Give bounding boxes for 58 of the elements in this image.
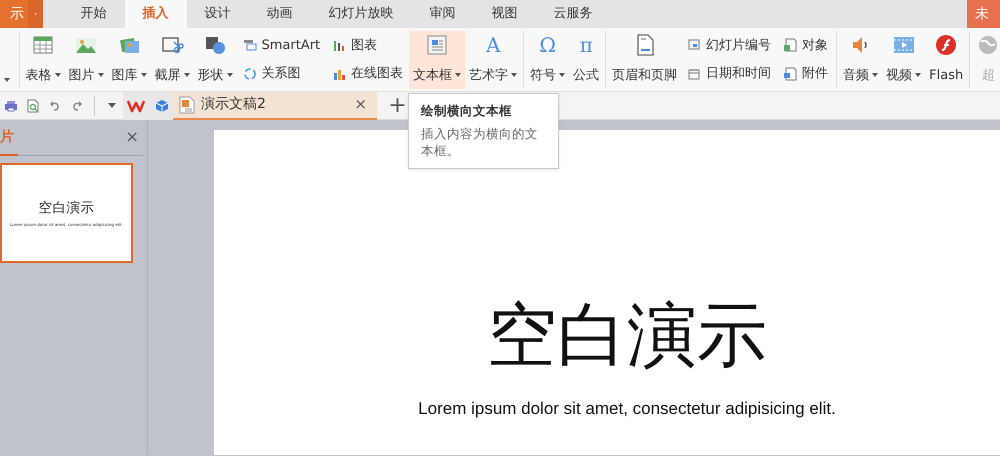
ribbon-button[interactable]: 幻灯片编号	[684, 34, 774, 56]
menu-tab[interactable]: 云服务	[536, 0, 610, 28]
menu-tab[interactable]: 视图	[474, 0, 536, 28]
ribbon-button[interactable]: 音频	[839, 31, 882, 89]
ribbon-button[interactable]: SmartArt	[240, 34, 324, 56]
ribbon-button[interactable]: 日期和时间	[684, 63, 774, 84]
ribbon-button[interactable]: 图表	[329, 34, 406, 56]
menu-tab[interactable]: 动画	[248, 0, 310, 28]
menu-tab[interactable]: 审阅	[412, 0, 474, 28]
tab-title: 演示文稿2	[201, 95, 267, 114]
cycle-icon	[242, 66, 256, 81]
menu-tab[interactable]: 幻灯片放映	[310, 0, 412, 28]
flash-icon	[934, 33, 958, 57]
ribbon-button[interactable]: Flash	[925, 31, 968, 89]
logo-icon	[127, 98, 147, 112]
thumbnail-title: 空白演示	[38, 198, 94, 218]
ribbon-button[interactable]: 页眉和页脚	[608, 31, 682, 89]
ribbon-button[interactable]: 图库	[108, 31, 150, 89]
ribbon-button[interactable]: 截屏	[150, 31, 194, 89]
ribbon-button[interactable]: π 公式	[569, 31, 604, 89]
slide-number-icon	[687, 38, 702, 52]
calendar-icon	[687, 66, 702, 81]
cube-icon	[155, 98, 169, 112]
ribbon-button[interactable]: 附件	[780, 63, 832, 84]
symbol-icon: Ω	[539, 33, 556, 57]
dropdown-button[interactable]	[28, 0, 43, 28]
caret-icon	[108, 103, 116, 108]
tooltip-text: 插入内容为横向的文本框。	[421, 126, 539, 160]
symbol-icon: A	[486, 33, 500, 57]
ribbon-button[interactable]: 形状	[194, 31, 236, 89]
presentation-file-icon	[179, 96, 195, 114]
ribbon-button[interactable]: 图片	[64, 31, 108, 89]
slide-subtitle: Lorem ipsum dolor sit amet, consectetur adipisicing elit.	[418, 398, 836, 420]
ribbon-button[interactable]: 文本框	[409, 31, 466, 89]
ribbon-button[interactable]: A 艺术字	[465, 31, 522, 89]
ribbon-button[interactable]: 关系图	[240, 63, 324, 84]
tooltip-title: 绘制横向文本框	[421, 102, 513, 120]
ribbon-button[interactable]: 在线图表	[329, 63, 406, 84]
print-icon	[4, 98, 18, 112]
bar-chart-icon	[332, 38, 346, 52]
document-tab[interactable]: 演示文稿2 ×	[173, 92, 377, 120]
attachment-icon	[783, 66, 798, 81]
menu-tab[interactable]: 设计	[186, 0, 248, 28]
symbol-icon: π	[580, 33, 593, 57]
ribbon-button[interactable]: Ω 符号	[526, 31, 570, 89]
ribbon-button[interactable]: 视频	[882, 31, 926, 89]
caret-icon	[4, 78, 10, 82]
smartart-icon	[242, 38, 256, 52]
object-icon	[783, 38, 798, 52]
close-button[interactable]: ×	[121, 129, 143, 146]
close-button[interactable]: ×	[350, 97, 371, 112]
slide-title: 空白演示	[487, 300, 767, 370]
menu-tab[interactable]: 开始	[62, 0, 124, 28]
preview-icon	[26, 98, 40, 112]
ribbon-button[interactable]: 对象	[780, 34, 832, 56]
new-tab-button[interactable]: +	[380, 94, 415, 116]
textbox-icon	[425, 33, 450, 57]
ribbon-button[interactable]: 表格	[22, 31, 64, 89]
